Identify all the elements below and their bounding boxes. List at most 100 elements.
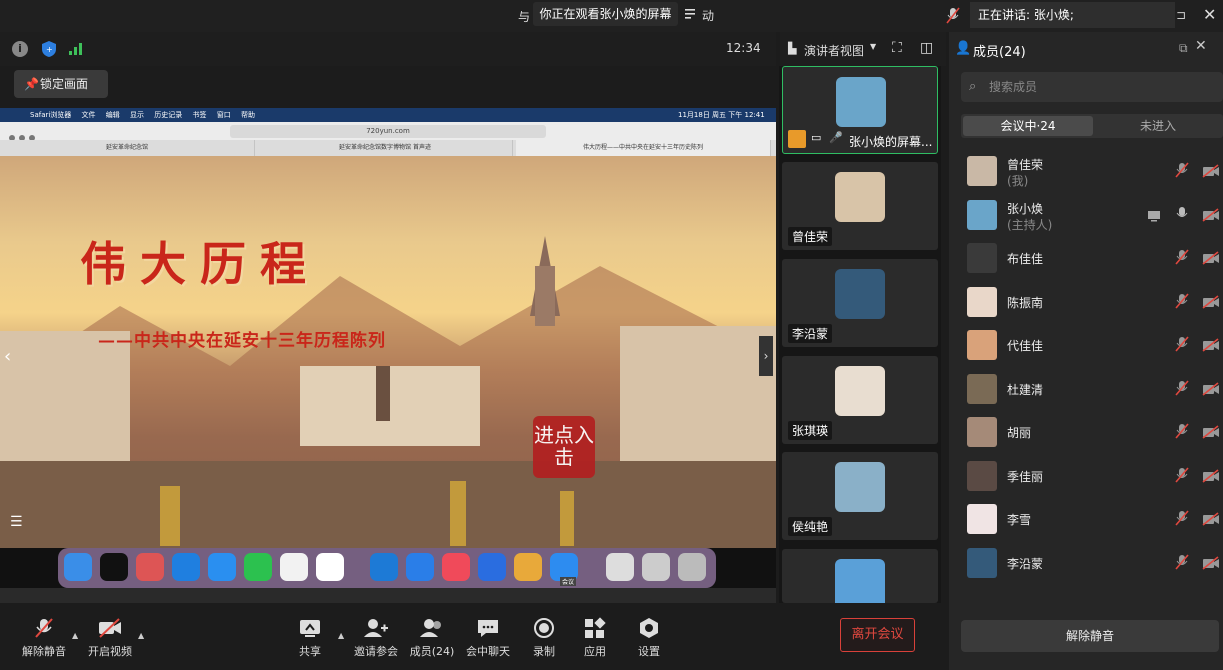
member-search-input[interactable]: ⌕ 搜索成员 (961, 72, 1223, 102)
view-header: ▙ 演讲者视图 ▼ ⛶ ◫ (780, 32, 946, 66)
unmute-all-button[interactable]: 解除静音 (961, 620, 1219, 652)
view-mode-dropdown[interactable]: 演讲者视图 (804, 42, 864, 59)
share-screen-icon (300, 620, 320, 637)
mic-muted-icon[interactable] (1175, 379, 1189, 400)
info-icon[interactable]: i (12, 41, 28, 57)
chevron-up-icon[interactable]: ▲ (138, 631, 144, 640)
camera-off-icon[interactable] (1202, 294, 1220, 313)
thumbnail-tile[interactable]: 李沿蒙 (782, 259, 938, 347)
avatar (836, 77, 886, 127)
poster-subtitle: ——中共中央在延安十三年历程陈列 (98, 331, 386, 351)
mic-muted-icon[interactable] (1175, 423, 1189, 443)
thumbnail-tile[interactable]: 张琪瑛 (782, 356, 938, 444)
member-row[interactable]: 李沿蒙 (949, 542, 1223, 585)
banner-right-text: 动 (702, 9, 715, 23)
thumbnail-tile[interactable] (782, 549, 938, 609)
leave-meeting-button[interactable]: 离开会议 (840, 618, 915, 652)
member-row[interactable]: 季佳丽 (949, 455, 1223, 498)
camera-off-icon[interactable] (1202, 511, 1220, 530)
thumbnail-tile[interactable]: 侯纯艳 (782, 452, 938, 540)
url-bar: 720yun.com (230, 125, 546, 138)
thumbnail-name: 侯纯艳 (788, 517, 833, 536)
member-name: 杜建清 (1007, 382, 1044, 397)
member-row[interactable]: 布佳佳 (949, 237, 1223, 280)
mac-menu-item: 历史记录 (154, 111, 183, 119)
meeting-header (0, 32, 776, 66)
camera-off-icon[interactable] (1202, 424, 1220, 443)
collapse-panel-icon[interactable]: › (759, 336, 773, 376)
security-shield-icon[interactable]: + (41, 40, 57, 62)
start-video-button[interactable]: 开启视频 (78, 617, 142, 659)
member-row[interactable]: 杜建清 (949, 368, 1223, 411)
record-icon (534, 618, 554, 638)
mac-status-time: 11月18日 周五 下午 12:41 (678, 111, 765, 119)
mic-muted-icon[interactable] (1175, 553, 1189, 574)
camera-off-icon[interactable] (1202, 555, 1220, 574)
mac-menu-item: 帮助 (240, 111, 255, 119)
camera-off-icon (99, 618, 121, 638)
avatar (967, 243, 997, 273)
camera-off-icon[interactable] (1202, 337, 1220, 356)
mac-menu-item: 窗口 (216, 111, 231, 119)
camera-off-icon[interactable] (1202, 207, 1220, 226)
mic-muted-icon[interactable] (1175, 510, 1189, 530)
member-row[interactable]: 胡丽 (949, 411, 1223, 454)
members-icon: 👤 (955, 41, 972, 56)
fullscreen-icon[interactable]: ⛶ (892, 40, 902, 56)
member-row[interactable]: 陈振南 (949, 281, 1223, 324)
signal-icon[interactable] (68, 41, 84, 60)
tab-not-joined[interactable]: 未进入 (1093, 116, 1223, 136)
member-name: 张小焕 (1007, 201, 1044, 216)
prev-arrow-icon: ‹ (4, 346, 12, 367)
member-row[interactable]: 李雪 (949, 498, 1223, 541)
trash-icon (678, 553, 706, 581)
menu-icon[interactable] (684, 6, 698, 25)
layout-icon: ▙ (788, 42, 797, 55)
qq-browser-icon (280, 553, 308, 581)
host-icon (788, 130, 806, 148)
avatar (835, 462, 885, 512)
share-button[interactable]: 共享 (278, 617, 342, 659)
thumbnail-tile[interactable]: 曾佳荣 (782, 162, 938, 250)
avatar (967, 330, 997, 360)
mac-menu-item: 显示 (130, 111, 145, 119)
members-button[interactable]: 成员(24) (400, 617, 464, 659)
apps-icon (585, 617, 606, 638)
camera-off-icon[interactable] (1202, 468, 1220, 487)
mic-muted-icon[interactable] (1175, 162, 1189, 182)
member-row[interactable]: 张小焕 (主持人) (949, 194, 1223, 237)
minimize-icon[interactable]: ⊐ (1176, 8, 1186, 22)
mic-muted-icon[interactable] (1175, 249, 1189, 269)
mic-muted-icon[interactable] (1175, 292, 1189, 313)
popout-icon[interactable]: ⧉ (1179, 41, 1188, 56)
member-name: 布佳佳 (1007, 252, 1044, 266)
lock-view-button[interactable]: 📌 锁定画面 (14, 70, 108, 98)
record-label: 录制 (533, 645, 555, 658)
member-row[interactable]: 曾佳荣 (我) (949, 150, 1223, 193)
mic-icon[interactable] (1175, 206, 1189, 226)
invite-button[interactable]: 邀请参会 (344, 617, 408, 659)
camera-off-icon[interactable] (1202, 381, 1220, 400)
close-panel-icon[interactable]: ✕ (1195, 38, 1207, 54)
chevron-down-icon[interactable]: ▼ (870, 42, 876, 51)
mic-muted-icon[interactable] (1175, 466, 1189, 487)
gear-icon (640, 618, 658, 638)
browser-tab: 伟大历程——中共中央在延安十三年历史陈列 (516, 140, 771, 156)
settings-button[interactable]: 设置 (617, 617, 681, 659)
avatar (835, 172, 885, 222)
camera-off-icon[interactable] (1202, 250, 1220, 269)
avatar (967, 199, 997, 230)
chat-button[interactable]: 会中聊天 (456, 617, 520, 659)
sidebar-toggle-icon[interactable]: ◫ (920, 40, 933, 56)
member-row[interactable]: 代佳佳 (949, 324, 1223, 367)
unmute-button[interactable]: 解除静音 (12, 617, 76, 659)
mac-menu-bar: Safari浏览器 文件 编辑 显示 历史记录 书签 窗口 帮助 11月18日 … (0, 108, 776, 122)
close-icon[interactable]: ✕ (1203, 5, 1216, 24)
banner-left-text: 与 (518, 10, 531, 24)
lark-icon (406, 553, 434, 581)
members-icon (420, 619, 441, 637)
tab-in-meeting[interactable]: 会议中·24 (963, 116, 1093, 136)
thumbnail-tile[interactable]: ▭ 🎤 张小焕的屏幕... (782, 66, 938, 154)
mic-muted-icon[interactable] (1175, 336, 1189, 356)
camera-off-icon[interactable] (1202, 163, 1220, 182)
